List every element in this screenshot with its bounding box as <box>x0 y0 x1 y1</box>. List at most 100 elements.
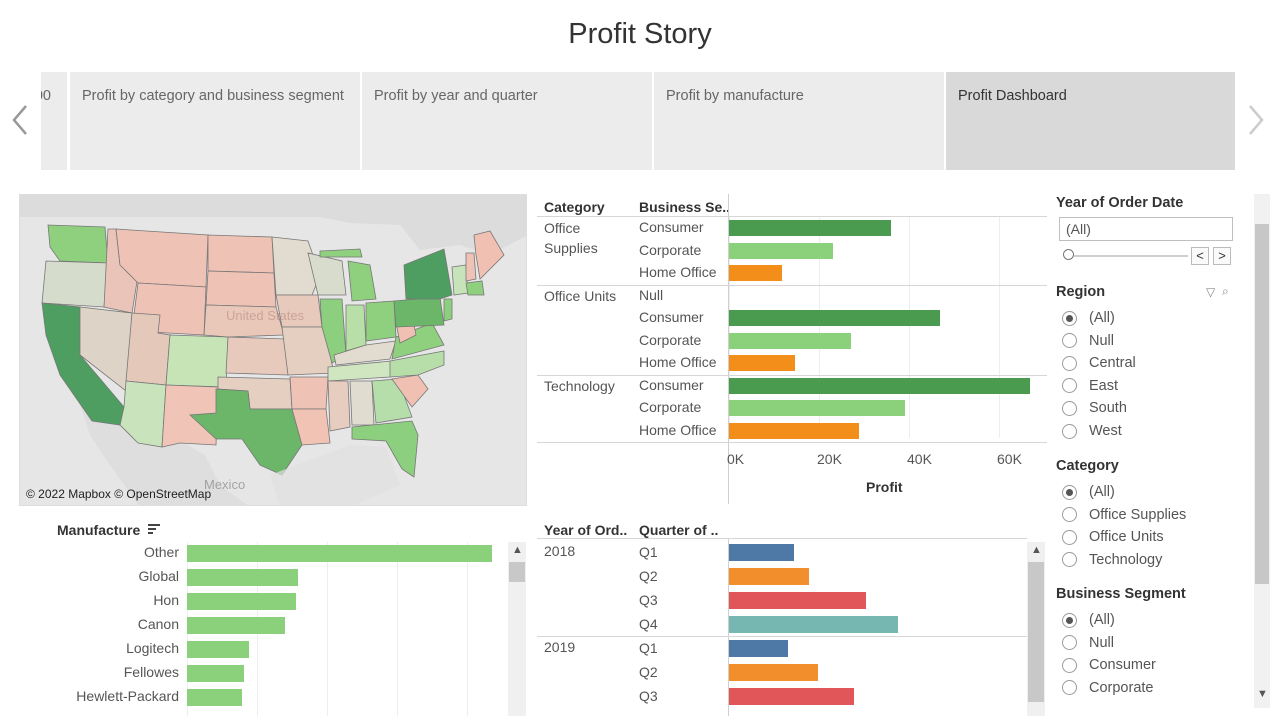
story-point-tab[interactable]: 00 <box>41 72 67 170</box>
category-label: Technology <box>544 377 615 394</box>
story-point-tab[interactable]: Profit by manufacture <box>654 72 944 170</box>
profit-bar[interactable] <box>729 220 891 236</box>
radio-button-icon[interactable] <box>1062 680 1077 696</box>
scroll-thumb[interactable] <box>1255 224 1269 584</box>
year-slider-knob[interactable] <box>1063 249 1074 260</box>
segment-radio-option[interactable]: Null <box>1062 633 1114 653</box>
segment-label: Consumer <box>639 376 704 393</box>
category-radio-option[interactable]: Technology <box>1062 550 1162 570</box>
profit-bar[interactable] <box>729 310 940 326</box>
next-story-arrow-icon[interactable] <box>1244 100 1268 140</box>
region-radio-option[interactable]: West <box>1062 421 1122 441</box>
segment-label: Corporate <box>639 399 702 415</box>
quarter-label: Q2 <box>639 664 658 680</box>
radio-button-icon[interactable] <box>1062 484 1077 500</box>
filter-panel: Year of Order Date (All) < > Region ▽ ⌕ … <box>1052 194 1252 708</box>
profit-by-manufacture-chart[interactable]: Manufacture ▲ Other Global Hon Canon Logitec… <box>19 516 527 716</box>
quarter-bar[interactable] <box>729 592 866 609</box>
category-radio-option[interactable]: Office Units <box>1062 527 1164 547</box>
segment-filter-title: Business Segment <box>1056 586 1186 602</box>
region-radio-option[interactable]: South <box>1062 398 1127 418</box>
scroll-down-icon[interactable]: ▼ <box>1257 688 1268 700</box>
manufacture-bar[interactable] <box>187 689 243 706</box>
scroll-up-icon[interactable]: ▲ <box>1031 544 1042 556</box>
radio-button-icon[interactable] <box>1062 400 1077 416</box>
manufacture-bar[interactable] <box>187 569 299 586</box>
segment-radio-option[interactable]: Corporate <box>1062 678 1153 698</box>
profit-bar[interactable] <box>729 355 795 371</box>
segment-label: Consumer <box>639 219 704 235</box>
radio-button-icon[interactable] <box>1062 310 1077 326</box>
previous-story-arrow-icon[interactable] <box>8 100 32 140</box>
filter-scrollbar[interactable]: ▼ <box>1254 194 1270 708</box>
radio-button-icon[interactable] <box>1062 552 1077 568</box>
quarter-bar[interactable] <box>729 544 795 561</box>
scroll-up-icon[interactable]: ▲ <box>512 544 523 556</box>
scroll-thumb[interactable] <box>509 562 525 582</box>
quarter-label: Q1 <box>639 544 658 560</box>
profit-map[interactable]: United States Mexico © 2022 Mapbox © Ope… <box>19 194 527 506</box>
profit-bar[interactable] <box>729 242 833 259</box>
segment-label: Corporate <box>639 331 702 348</box>
radio-button-icon[interactable] <box>1062 657 1077 673</box>
quarter-bar[interactable] <box>729 568 810 585</box>
radio-button-icon[interactable] <box>1062 635 1077 651</box>
quarter-bar[interactable] <box>729 616 899 633</box>
profit-bar[interactable] <box>729 265 783 281</box>
radio-button-icon[interactable] <box>1062 507 1077 523</box>
radio-button-icon[interactable] <box>1062 423 1077 439</box>
manufacture-bar[interactable] <box>187 617 286 634</box>
story-point-tab[interactable]: Profit by category and business segment <box>70 72 360 170</box>
manufacture-label: Hon <box>153 592 179 608</box>
category-radio-option[interactable]: Office Supplies <box>1062 505 1186 525</box>
profit-by-year-quarter-chart[interactable]: Year of Ord.. Quarter of .. ▲ 2018 Q1 Q2 Q3… <box>537 516 1047 716</box>
segment-radio-option[interactable]: Consumer <box>1062 655 1156 675</box>
profit-bar[interactable] <box>729 332 851 349</box>
story-point-tab-active[interactable]: Profit Dashboard <box>946 72 1235 170</box>
manufacture-scrollbar[interactable]: ▲ <box>508 542 526 716</box>
segment-radio-option[interactable]: (All) <box>1062 610 1115 630</box>
story-navigator: 00 Profit by category and business segme… <box>41 72 1235 170</box>
radio-button-icon[interactable] <box>1062 378 1077 394</box>
year-scrollbar[interactable]: ▲ <box>1027 542 1045 716</box>
year-prev-button[interactable]: < <box>1191 247 1209 265</box>
search-icon[interactable]: ⌕ <box>1222 284 1229 299</box>
us-states-map[interactable] <box>20 195 527 506</box>
category-filter-title: Category <box>1056 458 1119 474</box>
category-label: Office Units <box>544 287 617 304</box>
manufacture-bar[interactable] <box>187 545 492 562</box>
region-radio-option[interactable]: Central <box>1062 353 1136 373</box>
sort-icon[interactable] <box>147 523 161 535</box>
radio-label: Corporate <box>1089 679 1154 696</box>
radio-button-icon[interactable] <box>1062 355 1077 371</box>
x-gridline <box>999 216 1000 438</box>
quarter-bar[interactable] <box>729 664 819 681</box>
filter-icon[interactable]: ▽ <box>1206 285 1215 299</box>
manufacture-bar[interactable] <box>187 593 297 610</box>
profit-bar[interactable] <box>729 400 905 416</box>
quarter-bar[interactable] <box>729 688 854 705</box>
story-point-tab[interactable]: Profit by year and quarter <box>362 72 652 170</box>
year-next-button[interactable]: > <box>1213 247 1231 265</box>
radio-label: Null <box>1089 332 1114 349</box>
manufacture-bar[interactable] <box>187 641 249 658</box>
quarter-bar[interactable] <box>729 640 789 657</box>
year-slider-track[interactable] <box>1074 255 1188 257</box>
year-filter-dropdown[interactable]: (All) <box>1059 217 1233 241</box>
category-label: Office Supplies <box>544 220 598 256</box>
story-tab-label: Profit by year and quarter <box>374 88 538 104</box>
region-radio-option[interactable]: East <box>1062 376 1118 396</box>
radio-button-icon[interactable] <box>1062 333 1077 349</box>
profit-bar[interactable] <box>729 377 1030 394</box>
region-radio-option[interactable]: (All) <box>1062 308 1115 328</box>
category-radio-option[interactable]: (All) <box>1062 482 1115 502</box>
year-header: Year of Ord.. <box>544 522 628 538</box>
year-filter-title: Year of Order Date <box>1056 195 1184 211</box>
manufacture-bar[interactable] <box>187 665 244 682</box>
radio-button-icon[interactable] <box>1062 612 1077 628</box>
region-radio-option[interactable]: Null <box>1062 331 1114 351</box>
scroll-thumb[interactable] <box>1028 562 1044 702</box>
profit-by-category-chart[interactable]: Category Business Se.. Profit 0K 20K 40K 60… <box>537 194 1047 504</box>
profit-bar[interactable] <box>729 422 859 439</box>
radio-button-icon[interactable] <box>1062 529 1077 545</box>
